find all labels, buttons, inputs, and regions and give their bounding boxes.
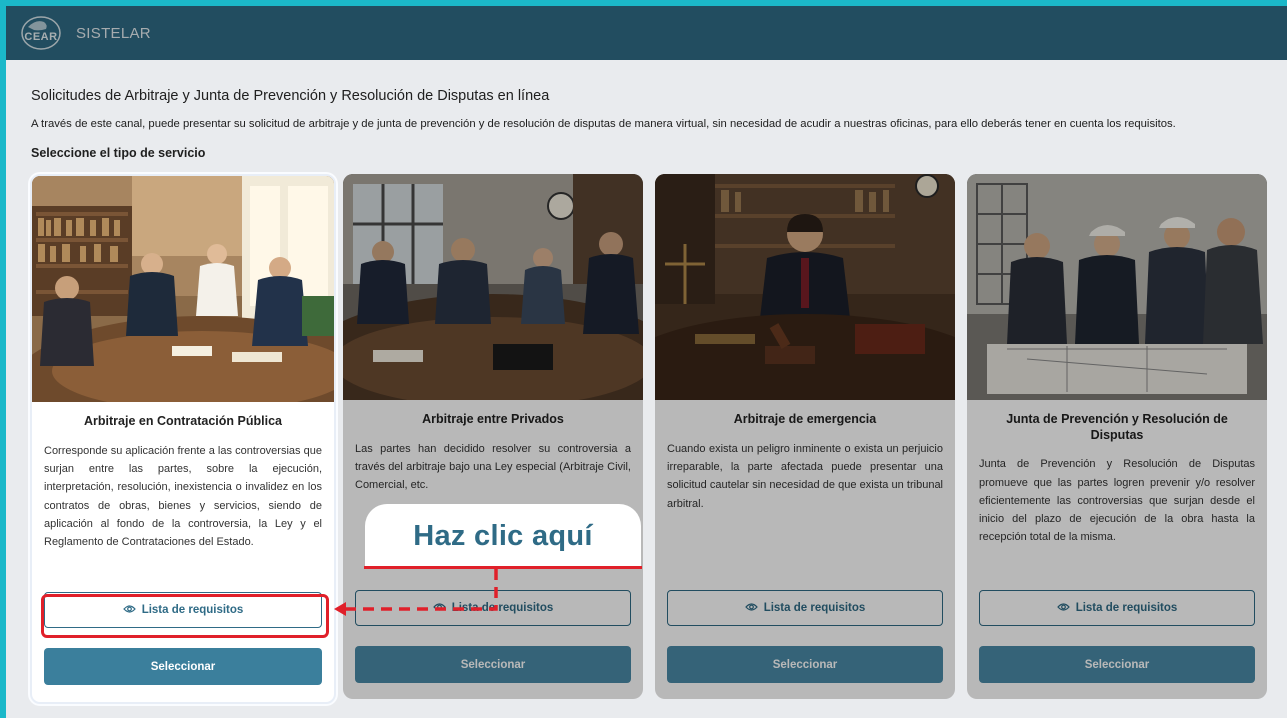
eye-icon — [744, 602, 758, 615]
card-description: Las partes han decidido resolver su cont… — [355, 442, 631, 492]
card-title: Arbitraje entre Privados — [422, 412, 564, 426]
click-here-callout: Haz clic aquí — [365, 504, 641, 568]
select-button[interactable]: Seleccionar — [667, 646, 943, 683]
requirements-button[interactable]: Lista de requisitos — [355, 590, 631, 626]
intro-section: Solicitudes de Arbitraje y Junta de Prev… — [6, 60, 1287, 160]
card-title: Junta de Prevención y Resolución de Disp… — [1006, 412, 1228, 442]
requirements-label: Lista de requisitos — [451, 602, 554, 614]
section-label: Seleccione el tipo de servicio — [31, 146, 206, 160]
requirements-button[interactable]: Lista de requisitos — [667, 590, 943, 626]
requirements-label: Lista de requisitos — [763, 602, 866, 614]
card-photo-judge — [655, 174, 955, 400]
select-button[interactable]: Seleccionar — [979, 646, 1255, 683]
service-card-junta-prevencion[interactable]: Junta de Prevención y Resolución de Disp… — [967, 174, 1267, 699]
page-title: Solicitudes de Arbitraje y Junta de Prev… — [31, 88, 550, 104]
card-title: Arbitraje de emergencia — [733, 412, 877, 426]
top-bar: CEAR SISTELAR — [6, 6, 1287, 60]
card-photo-office-meeting — [32, 176, 334, 402]
card-photo-construction-team — [967, 174, 1267, 400]
card-description: Junta de Prevención y Resolución de Disp… — [979, 458, 1255, 544]
card-photo-conference — [343, 174, 643, 400]
select-button[interactable]: Seleccionar — [44, 648, 322, 685]
eye-icon — [1056, 602, 1070, 615]
service-card-entre-privados[interactable]: Arbitraje entre Privados Las partes han … — [343, 174, 643, 699]
page-description: A través de este canal, puede presentar … — [31, 118, 1176, 130]
app-name: SISTELAR — [76, 24, 151, 42]
card-title: Arbitraje en Contratación Pública — [84, 414, 282, 428]
requirements-highlight-box — [41, 594, 329, 638]
service-card-emergencia[interactable]: Arbitraje de emergencia Cuando exista un… — [655, 174, 955, 699]
eye-icon — [432, 602, 446, 615]
card-description: Cuando exista un peligro inminente o exi… — [667, 442, 943, 510]
requirements-label: Lista de requisitos — [1075, 602, 1178, 614]
requirements-button[interactable]: Lista de requisitos — [979, 590, 1255, 626]
logo-text: CEAR — [24, 31, 58, 43]
cear-logo[interactable]: CEAR — [18, 13, 64, 53]
callout-underline — [364, 566, 642, 569]
card-description: Corresponde su aplicación frente a las c… — [44, 444, 322, 549]
app-window: CEAR SISTELAR Solicitudes de Arbitraje y… — [6, 6, 1287, 718]
callout-text: Haz clic aquí — [413, 519, 593, 552]
select-button[interactable]: Seleccionar — [355, 646, 631, 683]
